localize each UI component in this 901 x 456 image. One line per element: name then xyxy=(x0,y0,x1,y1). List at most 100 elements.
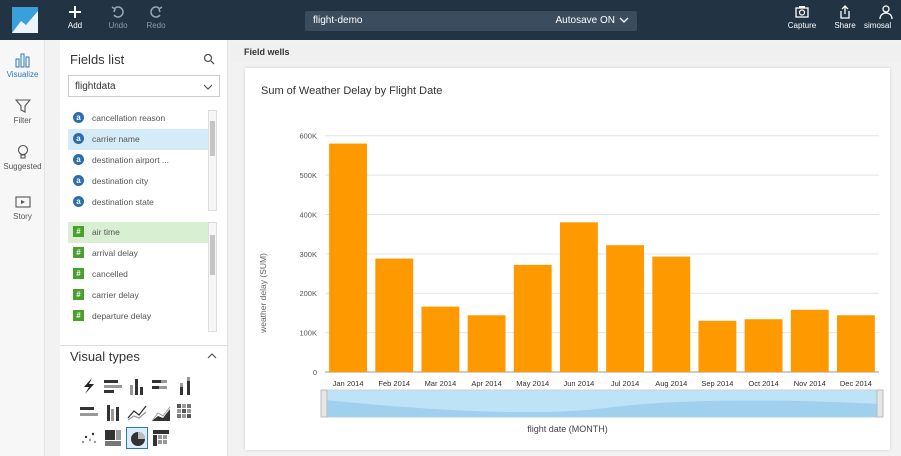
x-axis-title: flight date (MONTH) xyxy=(527,424,608,434)
rail-label: Filter xyxy=(13,116,32,125)
x-tick-label: Nov 2014 xyxy=(794,379,826,388)
measure-icon: # xyxy=(73,310,84,321)
horizontal-bar-icon[interactable] xyxy=(102,375,124,397)
capture-label: Capture xyxy=(787,21,817,30)
list-item[interactable]: # departure delay xyxy=(68,306,208,327)
dataset-name: flightdata xyxy=(75,81,116,92)
undo-label: Undo xyxy=(108,21,128,30)
area-chart-icon[interactable] xyxy=(150,401,172,423)
measure-icon: # xyxy=(73,247,84,258)
document-name-bar[interactable]: flight-demo Autosave ON xyxy=(305,11,637,31)
stacked-horizontal-bar-icon[interactable] xyxy=(150,375,172,397)
pie-chart-icon[interactable] xyxy=(126,427,148,449)
bar xyxy=(790,309,829,372)
list-item[interactable]: # cancelled xyxy=(68,264,208,285)
filter-icon xyxy=(14,99,31,113)
visual-card[interactable]: Sum of Weather Delay by Flight Date 0 100… xyxy=(245,68,890,450)
y-tick-label: 400K xyxy=(299,210,317,219)
y-tick-label: 300K xyxy=(299,250,317,259)
rail-label: Visualize xyxy=(6,70,39,79)
add-label: Add xyxy=(67,21,83,30)
bar-chart-icon xyxy=(15,53,29,68)
vertical-bar-icon[interactable] xyxy=(126,375,148,397)
list-item[interactable]: a carrier name xyxy=(68,129,208,150)
chevron-down-icon xyxy=(619,17,629,23)
redo-label: Redo xyxy=(146,21,166,30)
field-wells-label: Field wells xyxy=(244,47,290,57)
chevron-down-icon xyxy=(203,84,213,90)
share-label: Share xyxy=(834,21,856,30)
bar xyxy=(513,264,552,372)
pivot-table-icon[interactable] xyxy=(150,427,172,449)
bar xyxy=(606,245,645,372)
list-item[interactable]: # arrival delay xyxy=(68,243,208,264)
undo-icon xyxy=(111,6,124,18)
line-chart-icon[interactable] xyxy=(126,401,148,423)
x-tick-label: May 2014 xyxy=(516,379,549,388)
dimension-icon: a xyxy=(73,112,84,123)
clustered-column-icon[interactable] xyxy=(102,401,124,423)
rail-item-suggested[interactable]: Suggested xyxy=(0,144,45,171)
rail-label: Suggested xyxy=(3,162,42,171)
y-tick-label: 0 xyxy=(313,368,317,377)
camera-icon xyxy=(795,6,809,18)
user-label: simosal xyxy=(864,21,892,30)
bar xyxy=(744,319,783,372)
scatter-plot-icon[interactable] xyxy=(78,427,100,449)
play-icon xyxy=(14,196,31,208)
autosave-toggle[interactable]: Autosave ON xyxy=(556,15,615,26)
dimension-icon: a xyxy=(73,196,84,207)
add-button[interactable]: Add xyxy=(55,4,95,30)
document-name: flight-demo xyxy=(313,15,363,26)
bar xyxy=(421,306,460,372)
list-item[interactable]: a destination city xyxy=(68,171,208,192)
left-rail: Visualize Filter Suggested Story xyxy=(0,40,45,456)
measure-icon: # xyxy=(73,268,84,279)
autograph-icon[interactable] xyxy=(78,375,100,397)
dimension-icon: a xyxy=(73,175,84,186)
x-tick-label: Jun 2014 xyxy=(563,379,594,388)
x-tick-label: Aug 2014 xyxy=(655,379,687,388)
list-item[interactable]: a destination airport ... xyxy=(68,150,208,171)
user-menu[interactable]: simosal xyxy=(864,4,901,30)
fields-panel: Fields list flightdata a cancellation rea… xyxy=(60,40,228,456)
x-tick-label: Dec 2014 xyxy=(840,379,872,388)
rail-item-filter[interactable]: Filter xyxy=(0,98,45,125)
list-item[interactable]: a destination state xyxy=(68,192,208,213)
list-item[interactable]: # air time xyxy=(68,222,208,243)
stacked-vertical-bar-icon[interactable] xyxy=(174,375,196,397)
measure-icon: # xyxy=(73,226,84,237)
y-tick-label: 200K xyxy=(299,289,317,298)
undo-button[interactable]: Undo xyxy=(98,4,138,30)
redo-button[interactable]: Redo xyxy=(136,4,176,30)
y-axis-title: weather delay (SUM) xyxy=(258,253,268,333)
dataset-select[interactable]: flightdata xyxy=(68,75,220,97)
capture-button[interactable]: Capture xyxy=(782,4,822,30)
list-item[interactable]: a cancellation reason xyxy=(68,108,208,129)
range-slider-right-handle xyxy=(876,389,884,418)
measure-scrollbar[interactable] xyxy=(208,222,217,332)
dimension-icon: a xyxy=(73,133,84,144)
range-slider-left-handle xyxy=(320,389,328,418)
list-item[interactable]: # carrier delay xyxy=(68,285,208,306)
search-icon[interactable] xyxy=(203,53,215,65)
x-tick-label: Apr 2014 xyxy=(471,379,501,388)
field-wells-bar[interactable]: Field wells xyxy=(232,44,901,62)
chevron-up-icon[interactable] xyxy=(207,351,217,361)
rail-item-visualize[interactable]: Visualize xyxy=(0,52,45,79)
clustered-bar-icon[interactable] xyxy=(78,401,100,423)
x-tick-label: Sep 2014 xyxy=(701,379,733,388)
heat-map-icon[interactable] xyxy=(174,401,196,423)
fields-list-title: Fields list xyxy=(70,52,125,67)
top-toolbar: Add Undo Redo flight-demo Autosave ON Ca… xyxy=(0,0,901,40)
share-icon xyxy=(840,5,850,19)
rail-item-story[interactable]: Story xyxy=(0,194,45,221)
tree-map-icon[interactable] xyxy=(102,427,124,449)
share-button[interactable]: Share xyxy=(825,4,865,30)
x-tick-label: Feb 2014 xyxy=(378,379,410,388)
x-tick-label: Jan 2014 xyxy=(333,379,364,388)
bar xyxy=(698,320,737,372)
dimension-scrollbar[interactable] xyxy=(208,110,217,211)
bar xyxy=(836,315,875,372)
x-tick-label: Mar 2014 xyxy=(425,379,457,388)
